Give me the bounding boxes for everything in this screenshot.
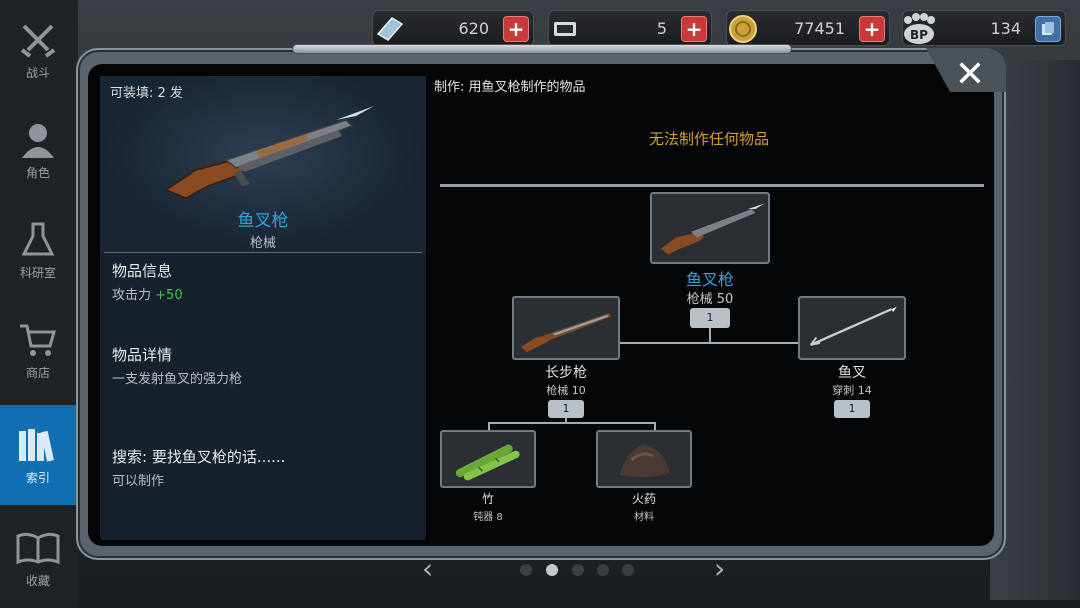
- item-detail-title: 物品详情: [112, 346, 173, 364]
- craft-node-name: 鱼叉枪: [685, 270, 734, 289]
- nav-item-index[interactable]: 索引: [0, 405, 76, 505]
- craft-node-type: 钝器 8: [473, 512, 503, 523]
- craft-quantity-badge: 1: [548, 400, 584, 418]
- page-dot[interactable]: [597, 564, 609, 576]
- search-title: 搜索: 要找鱼叉枪的话......: [112, 448, 286, 466]
- modal-handle: [292, 44, 792, 54]
- item-info-title: 物品信息: [112, 262, 173, 280]
- attack-stat-label: 攻击力: [112, 288, 152, 303]
- divider: [104, 252, 422, 253]
- nav-label: 战斗: [25, 65, 50, 80]
- craft-node-name: 鱼叉: [838, 365, 866, 381]
- harpoon-gun-image: [164, 106, 374, 199]
- books-icon: [16, 425, 60, 465]
- currency-crystal: 620 +: [372, 10, 534, 46]
- nav-item-collection[interactable]: 收藏: [0, 508, 76, 608]
- nav-item-shop[interactable]: 商店: [0, 300, 76, 400]
- open-book-icon: [16, 528, 60, 568]
- page-dot[interactable]: [572, 564, 584, 576]
- craft-node-harpoon-gun[interactable]: [650, 192, 770, 264]
- nav-label: 收藏: [25, 573, 50, 588]
- tree-connector: [488, 422, 656, 424]
- crystal-count: 620: [458, 18, 489, 38]
- nav-item-battle[interactable]: 战斗: [0, 0, 76, 100]
- ticket-count: 5: [656, 18, 667, 38]
- gold-coin-icon: [723, 9, 763, 49]
- craft-node-type: 材料: [634, 512, 654, 523]
- gunpowder-icon: [619, 445, 671, 478]
- ticket-icon: [545, 9, 585, 49]
- add-gold-button[interactable]: +: [859, 16, 885, 42]
- bp-count: 134: [990, 18, 1021, 38]
- flask-icon: [16, 220, 60, 260]
- next-page-button[interactable]: ›: [714, 552, 725, 585]
- craft-node-long-rifle[interactable]: [512, 296, 620, 360]
- crossed-swords-icon: [16, 20, 60, 60]
- craft-quantity-badge: 1: [690, 308, 730, 328]
- page-dot-active[interactable]: [546, 564, 558, 576]
- craft-node-name: 长步枪: [545, 365, 587, 381]
- craft-node-type: 枪械 50: [686, 292, 734, 307]
- item-type: 枪械: [249, 236, 276, 251]
- close-button[interactable]: ✕: [950, 54, 990, 95]
- prev-page-button[interactable]: ‹: [422, 552, 433, 585]
- item-hero: 可装填: 2 发 鱼叉枪 枪械: [100, 76, 426, 252]
- page-dot[interactable]: [520, 564, 532, 576]
- item-info-panel: 可装填: 2 发 鱼叉枪 枪械 物品信息 攻击力 +50 物品详情 一支发射鱼叉…: [100, 76, 426, 540]
- attack-stat: 攻击力 +50: [112, 284, 183, 303]
- currency-bp: BP 134: [902, 10, 1066, 46]
- currency-tickets: 5 +: [548, 10, 712, 46]
- craft-node-bamboo[interactable]: [440, 430, 536, 488]
- shopping-cart-icon: [16, 320, 60, 360]
- ammo-capacity: 可装填: 2 发: [110, 86, 183, 101]
- add-crystal-button[interactable]: +: [503, 16, 529, 42]
- character-icon: [16, 120, 60, 160]
- tree-connector: [709, 326, 711, 343]
- bp-icon-text: BP: [910, 28, 928, 42]
- craft-node-name: 竹: [481, 492, 494, 506]
- attack-stat-value: +50: [155, 288, 183, 303]
- craft-header: 制作: 用鱼叉枪制作的物品: [434, 80, 586, 95]
- craft-quantity-badge: 1: [834, 400, 870, 418]
- item-detail-text: 一支发射鱼叉的强力枪: [112, 372, 243, 387]
- craft-node-name: 火药: [631, 492, 656, 506]
- item-detail-modal: ✕ 可装填: 2 发 鱼叉枪 枪械 物品信息 攻击力 +50 物品详情 一支发射…: [76, 44, 1006, 560]
- nav-label: 科研室: [19, 265, 56, 280]
- crystal-icon: [369, 9, 409, 49]
- gold-count: 77451: [794, 18, 845, 38]
- side-nav: 战斗 角色 科研室 商店 索引 收藏: [0, 0, 76, 608]
- craft-divider: [440, 184, 984, 187]
- harpoon-gun-icon: [660, 203, 765, 255]
- nav-label: 商店: [25, 365, 50, 380]
- search-text: 可以制作: [112, 474, 165, 489]
- nav-item-character[interactable]: 角色: [0, 100, 76, 200]
- harpoon-icon: [810, 306, 897, 346]
- nav-label: 角色: [25, 165, 50, 180]
- page-dot[interactable]: [622, 564, 634, 576]
- currency-gold: 77451 +: [726, 10, 890, 46]
- craft-node-harpoon[interactable]: [798, 296, 906, 360]
- nav-label: 索引: [25, 470, 50, 485]
- bp-card-button[interactable]: [1035, 16, 1061, 42]
- item-name: 鱼叉枪: [237, 211, 289, 231]
- craft-node-gunpowder[interactable]: [596, 430, 692, 488]
- craft-node-type: 枪械 10: [546, 384, 586, 397]
- bp-paw-icon: BP: [899, 9, 939, 49]
- craft-none-message: 无法制作任何物品: [648, 130, 769, 148]
- add-ticket-button[interactable]: +: [681, 16, 707, 42]
- bamboo-icon: [455, 444, 520, 481]
- nav-item-lab[interactable]: 科研室: [0, 200, 76, 300]
- long-rifle-icon: [521, 313, 611, 353]
- craft-node-type: 穿刺 14: [832, 384, 872, 397]
